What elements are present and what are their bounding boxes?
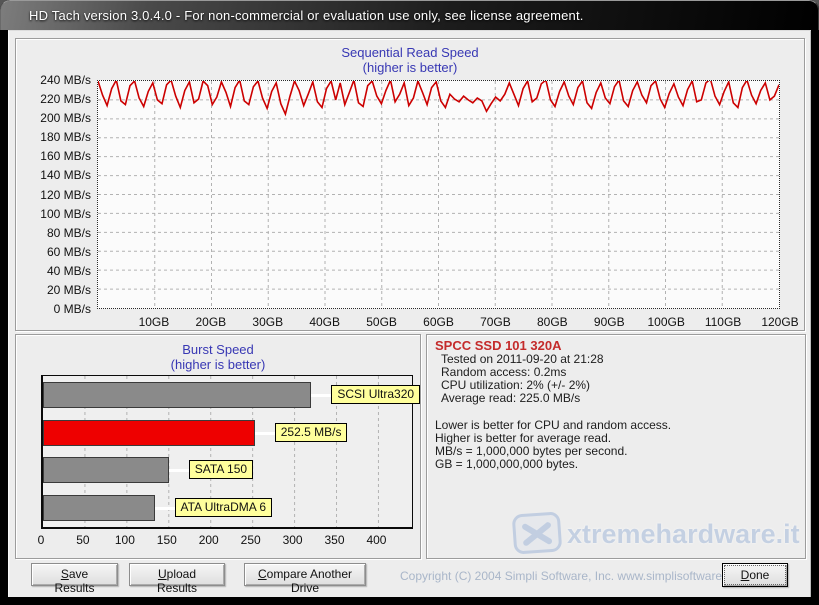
- burst-x-tick-label: 300: [273, 533, 313, 547]
- compare-another-drive-button[interactable]: Compare Another Drive: [244, 563, 366, 586]
- drive-name: SPCC SSD 101 320A: [435, 338, 797, 353]
- upload-results-label: Upload Results: [130, 564, 224, 598]
- burst-x-tick-label: 50: [63, 533, 103, 547]
- sequential-read-line-chart: [98, 81, 779, 308]
- done-label: Done: [724, 565, 786, 585]
- bar-label: ATA UltraDMA 6: [175, 498, 273, 517]
- save-results-label: Save Results: [32, 564, 117, 598]
- x-tick-label: 20GB: [186, 315, 236, 329]
- sequential-read-panel: Sequential Read Speed (higher is better)…: [15, 38, 805, 331]
- burst-chart-title: Burst Speed: [16, 342, 420, 357]
- burst-x-tick-label: 350: [315, 533, 355, 547]
- window-title: HD Tach version 3.0.4.0 - For non-commer…: [29, 8, 584, 23]
- info-notes: Lower is better for CPU and random acces…: [435, 419, 797, 471]
- y-tick-label: 140 MB/s: [21, 168, 91, 182]
- note-line: GB = 1,000,000,000 bytes.: [435, 458, 797, 471]
- y-tick-label: 60 MB/s: [21, 245, 91, 259]
- y-tick-label: 40 MB/s: [21, 264, 91, 278]
- save-results-button[interactable]: Save Results: [31, 563, 118, 586]
- y-tick-label: 160 MB/s: [21, 149, 91, 163]
- y-tick-label: 180 MB/s: [21, 130, 91, 144]
- hd-tach-window: HD Tach version 3.0.4.0 - For non-commer…: [0, 0, 819, 605]
- x-tick-label: 90GB: [584, 315, 634, 329]
- burst-bar: [43, 382, 311, 408]
- bar-leader-line: [311, 394, 331, 397]
- burst-speed-plot: SCSI Ultra320252.5 MB/sSATA 150ATA Ultra…: [41, 375, 413, 529]
- bar-leader-line: [155, 507, 175, 510]
- y-tick-label: 120 MB/s: [21, 188, 91, 202]
- sequential-chart-title: Sequential Read Speed: [16, 45, 804, 60]
- burst-x-tick-label: 400: [356, 533, 396, 547]
- burst-bar: [43, 495, 155, 521]
- drive-info-panel: SPCC SSD 101 320A Tested on 2011-09-20 a…: [426, 334, 806, 559]
- bar-leader-line: [255, 432, 275, 435]
- y-tick-label: 80 MB/s: [21, 226, 91, 240]
- y-tick-label: 20 MB/s: [21, 283, 91, 297]
- x-tick-label: 10GB: [129, 315, 179, 329]
- x-tick-label: 60GB: [414, 315, 464, 329]
- compare-another-drive-label: Compare Another Drive: [245, 564, 365, 598]
- x-tick-label: 100GB: [641, 315, 691, 329]
- x-tick-label: 40GB: [300, 315, 350, 329]
- burst-bar: [43, 457, 169, 483]
- x-tick-label: 70GB: [470, 315, 520, 329]
- x-tick-label: 80GB: [527, 315, 577, 329]
- burst-x-tick-label: 200: [189, 533, 229, 547]
- sequential-read-plot: [97, 80, 780, 309]
- sequential-chart-subtitle: (higher is better): [16, 60, 804, 75]
- title-bar[interactable]: HD Tach version 3.0.4.0 - For non-commer…: [0, 0, 819, 30]
- burst-x-tick-label: 100: [105, 533, 145, 547]
- x-tick-label: 120GB: [755, 315, 805, 329]
- burst-bar: [43, 420, 255, 446]
- average-read: Average read: 225.0 MB/s: [435, 392, 797, 405]
- done-button[interactable]: Done: [722, 563, 788, 587]
- burst-x-tick-label: 150: [147, 533, 187, 547]
- x-tick-label: 50GB: [357, 315, 407, 329]
- bar-label: SATA 150: [189, 460, 253, 479]
- x-tick-label: 30GB: [243, 315, 293, 329]
- y-tick-label: 240 MB/s: [21, 73, 91, 87]
- copyright-text: Copyright (C) 2004 Simpli Software, Inc.…: [400, 569, 748, 583]
- burst-speed-panel: Burst Speed (higher is better) SCSI Ultr…: [15, 334, 421, 559]
- y-tick-label: 0 MB/s: [21, 302, 91, 316]
- y-tick-label: 220 MB/s: [21, 92, 91, 106]
- bar-label: 252.5 MB/s: [275, 423, 348, 442]
- burst-x-tick-label: 250: [231, 533, 271, 547]
- window-content: Sequential Read Speed (higher is better)…: [8, 30, 811, 597]
- bar-label: SCSI Ultra320: [331, 385, 420, 404]
- y-tick-label: 200 MB/s: [21, 111, 91, 125]
- upload-results-button[interactable]: Upload Results: [129, 563, 225, 586]
- x-tick-label: 110GB: [698, 315, 748, 329]
- bar-leader-line: [169, 469, 189, 472]
- burst-x-tick-label: 0: [21, 533, 61, 547]
- y-tick-label: 100 MB/s: [21, 207, 91, 221]
- burst-chart-subtitle: (higher is better): [16, 357, 420, 372]
